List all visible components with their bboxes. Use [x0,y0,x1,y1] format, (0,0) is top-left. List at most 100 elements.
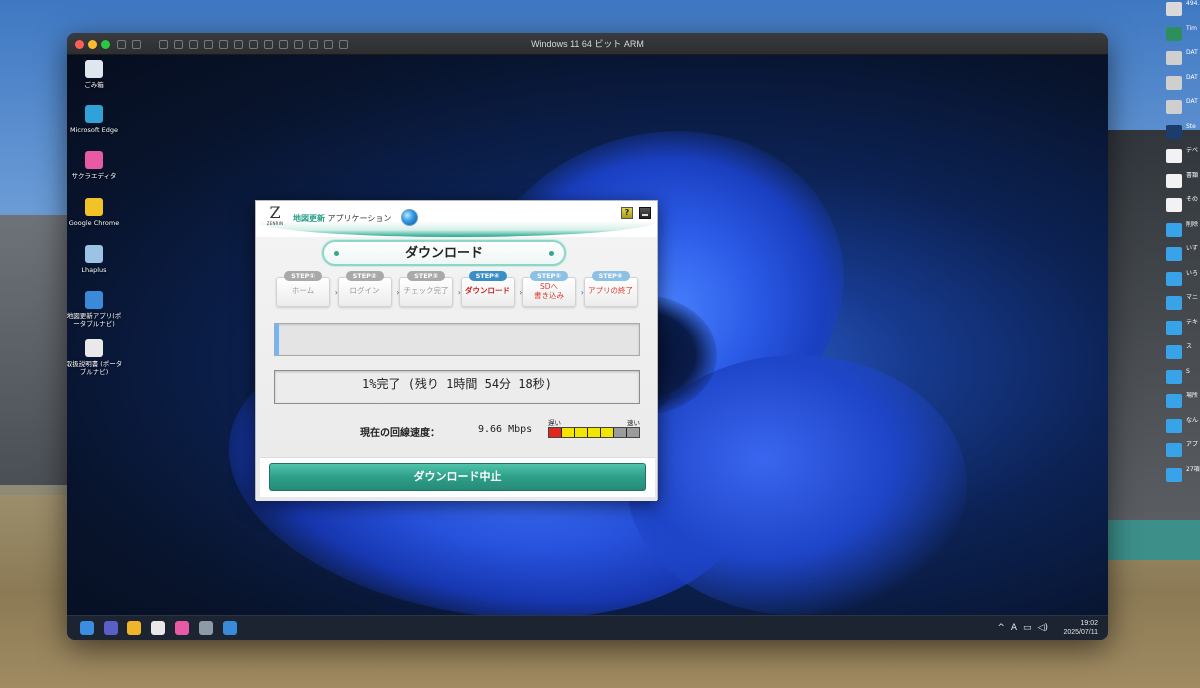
windows-desktop[interactable]: ごみ箱 Microsoft Edge サクラエディタ Google Chrome Lha… [67,55,1108,615]
line-speed-row: 現在の回線速度： 9.66 Mbps 遅い 速い [274,417,640,441]
mac-item-icon [1166,75,1182,90]
tray-chevron-icon[interactable]: ^ [997,623,1005,633]
chrome-icon [85,198,103,216]
settings-icon[interactable] [199,621,213,635]
background-fence [1108,520,1200,560]
mac-desktop-item[interactable]: いろ [1166,270,1200,292]
step-badge: STEP⑥ [591,271,630,281]
mac-item-label: Ste [1186,122,1196,130]
progress-fill [275,324,279,355]
mac-item-icon [1166,247,1182,261]
file-explorer-icon[interactable] [127,621,141,635]
mac-desktop-item[interactable]: ス [1166,343,1200,365]
meter-high-label: 速い [627,419,640,427]
mac-desktop-item[interactable]: アプ [1166,441,1200,463]
mac-desktop-item[interactable]: いず [1166,245,1200,267]
mac-item-icon [1166,26,1182,41]
mac-item-icon [1166,100,1182,114]
mac-desktop-item[interactable]: 494. [1166,0,1200,22]
minimize-button[interactable] [639,207,651,219]
mac-item-icon [1166,222,1182,237]
desktop-icon-label: Google Chrome [68,219,120,227]
desktop-icon[interactable]: Microsoft Edge [67,105,124,134]
mac-desktop-item[interactable]: DAT [1166,49,1200,71]
mac-item-label: いろ [1186,269,1199,277]
desktop-icon-label: サクラエディタ [71,172,117,180]
windows-taskbar: ^ A ▭ ◁) 19:02 2025/07/11 [67,615,1108,640]
meter-segment [562,428,574,437]
meter-segment [614,428,626,437]
volume-icon[interactable]: ◁) [1038,623,1048,633]
step-2: STEP② ログイン › [337,271,400,309]
edge-icon [85,105,103,123]
desktop-icon[interactable]: Lhaplus [67,245,124,274]
mac-item-icon [1166,345,1182,359]
app-title-accent: 地図更新 [293,214,325,223]
zenrin-logo: Z ZENRIN [264,205,286,229]
step-6: STEP⑥ アプリの終了 [583,271,638,309]
mac-desktop-item[interactable]: マニ [1166,294,1200,316]
mac-item-label: アプ [1186,441,1199,448]
app-body: ダウンロード STEP① ホーム › STEP② ログイン › STEP③ チェック完了 › ST… [256,237,657,501]
desktop-icon-label: 地図更新アプリ(ポータブルナビ) [67,312,122,328]
taskbar-clock[interactable]: 19:02 2025/07/11 [1063,619,1098,637]
desktop-icon[interactable]: Google Chrome [67,198,124,227]
mac-item-icon [1166,296,1182,310]
step-badge: STEP① [284,271,322,281]
status-box: 1%完了 (残り 1時間 54分 18秒) [274,370,640,404]
desktop-icon[interactable]: 取扱説明書 (ポータブルナビ) [67,339,124,376]
ime-indicator[interactable]: A [1011,623,1017,633]
mac-item-icon [1166,467,1182,482]
mac-item-icon [1166,173,1182,188]
meter-segment [575,428,587,437]
mac-desktop-item[interactable]: DAT [1166,98,1200,120]
chrome-icon[interactable] [151,621,165,635]
mac-desktop-item[interactable]: なん [1166,417,1200,439]
step-4: STEP④ ダウンロード › [460,271,523,309]
mac-desktop-item[interactable]: テキ [1166,319,1200,341]
mac-desktop-item[interactable]: デベ [1166,147,1200,169]
help-button[interactable]: ? [621,207,633,219]
mac-item-label: その [1186,196,1199,203]
step-badge: STEP② [345,271,384,281]
step-badge: STEP③ [407,271,445,281]
mac-item-label: DAT [1186,98,1198,105]
desktop-icon[interactable]: 地図更新アプリ(ポータブルナビ) [67,291,124,328]
meter-segment [549,428,561,437]
button-area: ダウンロード中止 [260,457,655,497]
step-indicator: STEP① ホーム › STEP② ログイン › STEP③ チェック完了 › STEP④ ダウンロ… [276,271,638,311]
desktop-icon-label: 取扱説明書 (ポータブルナビ) [67,360,123,376]
page-title-banner: ダウンロード [322,240,566,266]
speed-label: 現在の回線速度： [360,428,440,439]
mac-item-label: Tim [1186,24,1197,32]
desktop-icon[interactable]: サクラエディタ [67,151,124,180]
mac-desktop-item[interactable]: 削除 [1166,221,1200,243]
mac-desktop-item[interactable]: その [1166,196,1200,218]
network-icon[interactable]: ▭ [1023,623,1032,633]
mac-item-label: ス [1186,343,1193,350]
mac-desktop-item[interactable]: DAT [1166,74,1200,96]
mac-desktop-item[interactable]: Ste [1166,123,1200,145]
vm-titlebar[interactable]: Windows 11 64 ビット ARM [67,33,1108,55]
mac-desktop-item[interactable]: S [1166,368,1200,390]
mac-item-label: 場所 [1186,392,1199,399]
windows-start-icon[interactable] [80,621,94,635]
vm-window[interactable]: Windows 11 64 ビット ARM ごみ箱 Microsoft Edge サ… [67,33,1108,640]
mac-desktop-item[interactable]: 書類 [1166,172,1200,194]
desktop-icon-label: Lhaplus [81,266,107,274]
map-update-app-window[interactable]: Z ZENRIN 地図更新 アプリケーション ? ダウンロード STEP① ホーム… [255,200,658,501]
teams-icon[interactable] [104,621,118,635]
download-progress-bar [274,323,640,356]
sakura-editor-icon[interactable] [175,621,189,635]
map-update-app-icon[interactable] [223,621,237,635]
stop-download-button[interactable]: ダウンロード中止 [269,463,646,491]
app-header: Z ZENRIN 地図更新 アプリケーション ? [256,201,657,237]
mac-item-label: DAT [1186,49,1198,56]
step-label: チェック完了 [403,286,449,295]
desktop-icon[interactable]: ごみ箱 [67,60,124,89]
mac-desktop-item[interactable]: 場所 [1166,392,1200,414]
sakura-editor-icon [85,151,103,169]
zenrin-logo-text: ZENRIN [266,221,284,226]
mac-desktop-item[interactable]: Tim [1166,25,1200,47]
mac-desktop-item[interactable]: 27項 [1166,466,1200,488]
